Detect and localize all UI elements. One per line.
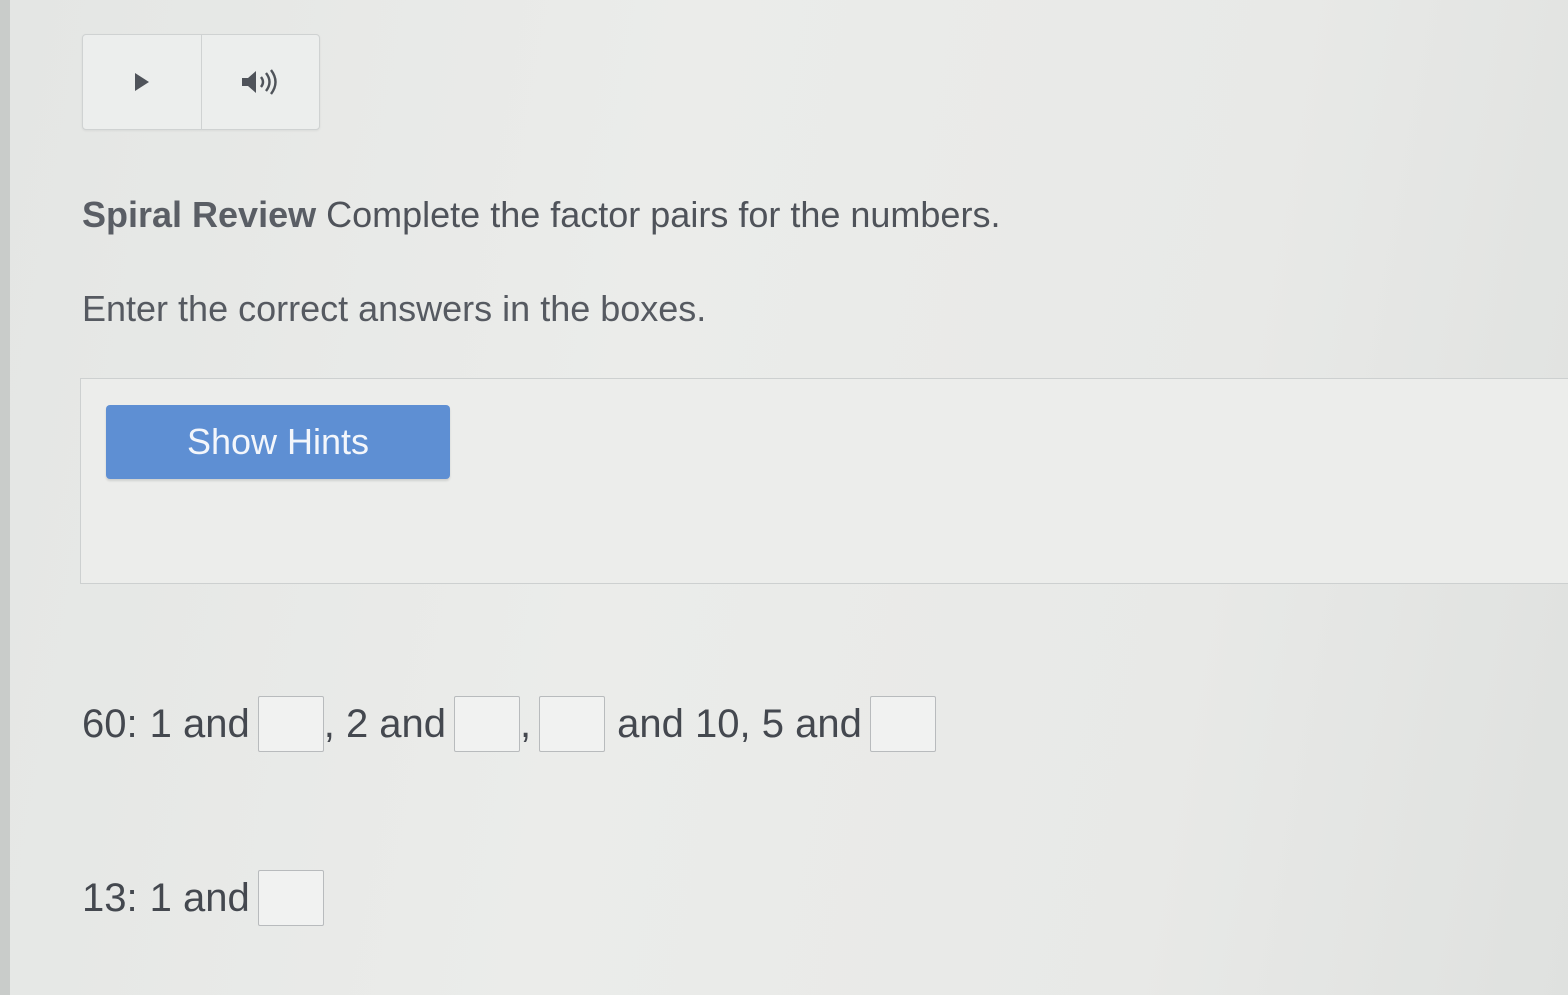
problem-text: and 10, 5 and (617, 701, 862, 746)
problem-text: , (520, 701, 532, 746)
question-prompt: Complete the factor pairs for the number… (326, 194, 1001, 235)
answer-box-60-3[interactable] (539, 696, 606, 752)
answer-box-60-4[interactable] (869, 696, 936, 752)
instruction-text: Enter the correct answers in the boxes. (82, 288, 707, 329)
problem-13: 13: 1 and (82, 870, 324, 926)
section-label: Spiral Review (82, 194, 317, 235)
problem-number: 13: (82, 875, 138, 920)
answer-box-60-1[interactable] (257, 696, 324, 752)
problem-text: 1 and (149, 875, 250, 920)
problem-text: 1 and (149, 701, 250, 746)
problem-60: 60: 1 and , 2 and , and 10, 5 and (82, 696, 936, 752)
play-icon (134, 73, 149, 91)
problem-text: , 2 and (323, 701, 447, 746)
play-button[interactable] (83, 35, 201, 129)
show-hints-button[interactable]: Show Hints (106, 405, 450, 479)
question-heading: Spiral Review Complete the factor pairs … (82, 194, 1000, 236)
answer-box-60-2[interactable] (454, 696, 521, 752)
answer-box-13-1[interactable] (257, 870, 324, 926)
problem-number: 60: (82, 701, 138, 746)
speaker-icon (242, 69, 277, 95)
page-left-edge (0, 0, 10, 995)
audio-button[interactable] (200, 35, 320, 129)
media-controls (82, 34, 320, 130)
